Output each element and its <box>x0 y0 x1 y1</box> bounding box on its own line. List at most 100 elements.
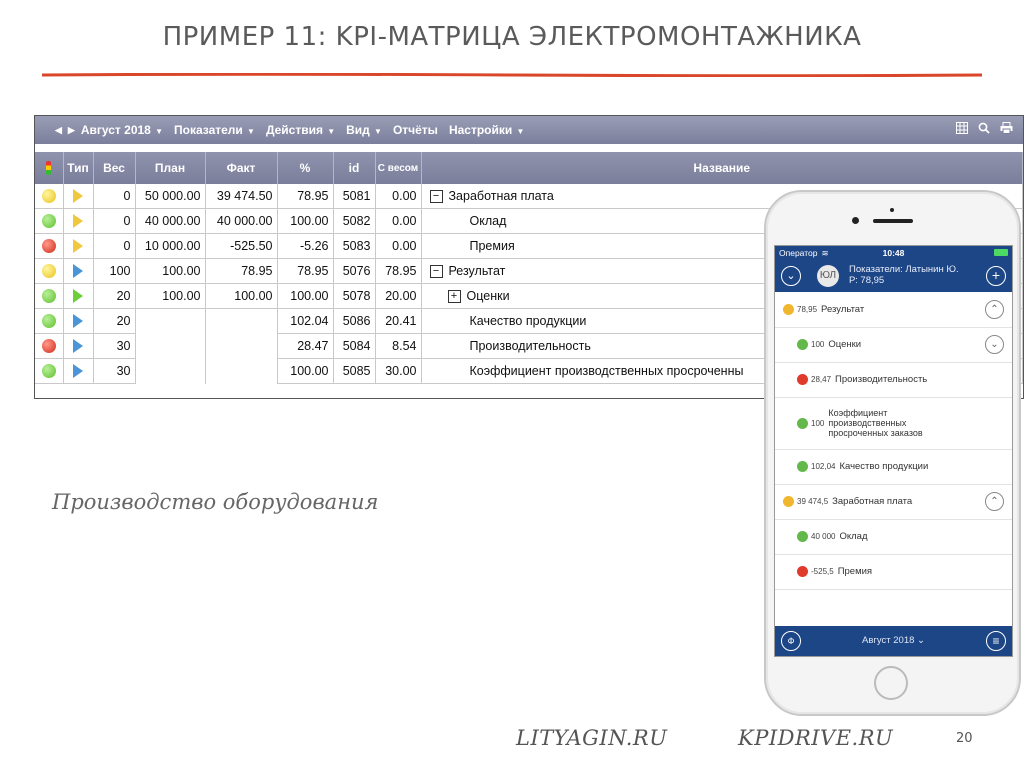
kpi-value: 39 474,5 <box>797 497 829 506</box>
menu-view[interactable]: Вид ▼ <box>346 123 382 137</box>
mobile-list-item[interactable]: 78,95 Результат ⌃ <box>775 292 1012 328</box>
id-cell: 5083 <box>333 233 376 259</box>
home-button[interactable] <box>874 666 908 700</box>
collapse-toggle-icon[interactable]: − <box>429 190 443 204</box>
weighted-cell: 20.41 <box>375 308 422 334</box>
next-period-icon[interactable]: ▶ <box>68 125 75 136</box>
col-fact[interactable]: Факт <box>205 152 278 184</box>
mobile-list-item[interactable]: 39 474,5 Заработная плата ⌃ <box>775 484 1012 520</box>
status-red-icon <box>41 239 56 254</box>
fact-cell[interactable] <box>205 333 278 359</box>
col-name[interactable]: Название <box>421 152 1023 184</box>
mobile-kpi-list: 78,95 Результат ⌃ 100 Оценки ⌄ 28,47 Про… <box>775 292 1012 626</box>
col-id[interactable]: id <box>333 152 376 184</box>
fact-cell[interactable]: 39 474.50 <box>205 184 278 209</box>
kpi-value: 28,47 <box>811 375 832 384</box>
collapse-toggle-icon[interactable]: − <box>429 265 443 279</box>
plan-cell[interactable]: 100.00 <box>135 258 206 284</box>
mobile-list-item[interactable]: 40 000 Оклад <box>775 519 1012 555</box>
fact-cell[interactable]: 78.95 <box>205 258 278 284</box>
battery-icon <box>994 249 1008 256</box>
percent-cell: -5.26 <box>277 233 334 259</box>
type-cell <box>63 333 94 359</box>
mobile-list-item[interactable]: -525,5 Премия <box>775 554 1012 590</box>
plan-cell[interactable]: 100.00 <box>135 283 206 309</box>
chevron-down-icon[interactable]: ⌄ <box>985 335 1004 354</box>
kpi-name: Результат <box>821 304 865 315</box>
mobile-list-item[interactable]: 100 Оценки ⌄ <box>775 327 1012 363</box>
fact-cell[interactable]: 40 000.00 <box>205 208 278 234</box>
table-icon[interactable] <box>956 122 968 134</box>
footer-site-1[interactable]: LITYAGIN.RU <box>516 726 667 750</box>
plan-cell[interactable] <box>135 358 206 384</box>
type-yellow-icon <box>73 239 83 254</box>
add-button[interactable]: + <box>986 266 1006 286</box>
id-cell: 5081 <box>333 184 376 209</box>
weight-cell[interactable]: 0 <box>93 233 136 259</box>
type-blue-icon <box>73 339 83 354</box>
kpi-name: Оклад <box>469 214 507 228</box>
weight-cell[interactable]: 0 <box>93 208 136 234</box>
prev-period-icon[interactable]: ◀ <box>55 125 62 136</box>
mobile-period-selector[interactable]: Август 2018 ⌄ <box>775 635 1012 646</box>
plan-cell[interactable]: 40 000.00 <box>135 208 206 234</box>
collapse-button[interactable]: ⌄ <box>781 266 801 286</box>
percent-cell: 78.95 <box>277 258 334 284</box>
avatar[interactable]: ЮЛ <box>817 265 839 287</box>
print-icon[interactable] <box>1000 122 1013 134</box>
status-green-icon <box>41 314 56 329</box>
id-cell: 5076 <box>333 258 376 284</box>
weight-cell[interactable]: 20 <box>93 283 136 309</box>
weighted-cell: 78.95 <box>375 258 422 284</box>
col-status[interactable] <box>35 152 64 184</box>
status-cell <box>35 333 64 359</box>
period-selector[interactable]: Август 2018 ▼ <box>81 123 163 137</box>
kpi-name: Качество продукции <box>469 314 587 328</box>
chevron-up-icon[interactable]: ⌃ <box>985 300 1004 319</box>
menu-settings[interactable]: Настройки ▼ <box>449 123 524 137</box>
fact-cell[interactable]: -525.50 <box>205 233 278 259</box>
col-weight[interactable]: Вес <box>93 152 136 184</box>
kpi-name: Заработная плата <box>448 188 554 203</box>
expand-toggle-icon[interactable]: + <box>447 290 461 304</box>
status-green-icon <box>41 214 56 229</box>
col-weighted[interactable]: С весом <box>375 152 422 184</box>
footer-site-2[interactable]: KPIDRIVE.RU <box>738 726 893 750</box>
weight-cell[interactable]: 100 <box>93 258 136 284</box>
percent-cell: 102.04 <box>277 308 334 334</box>
weighted-cell: 8.54 <box>375 333 422 359</box>
mobile-header-title: Показатели: Латынин Ю. Р: 78,95 <box>849 264 959 286</box>
kpi-value: 102,04 <box>811 462 836 471</box>
search-icon[interactable] <box>978 122 990 134</box>
menu-icon[interactable]: ≡ <box>986 631 1006 651</box>
weight-cell[interactable]: 30 <box>93 333 136 359</box>
plan-cell[interactable]: 10 000.00 <box>135 233 206 259</box>
mobile-list-item[interactable]: 100 Коэффициент производственных просроч… <box>775 397 1012 450</box>
plan-cell[interactable] <box>135 308 206 334</box>
chevron-up-icon[interactable]: ⌃ <box>985 492 1004 511</box>
mobile-list-item[interactable]: 102,04 Качество продукции <box>775 449 1012 485</box>
type-cell <box>63 208 94 234</box>
weight-cell[interactable]: 20 <box>93 308 136 334</box>
fact-cell[interactable] <box>205 308 278 334</box>
status-cell <box>35 184 64 209</box>
fact-cell[interactable]: 100.00 <box>205 283 278 309</box>
menu-actions[interactable]: Действия ▼ <box>266 123 335 137</box>
type-blue-icon <box>73 314 83 329</box>
phone-mockup: Оператор ≋ 10:48 ⌄ ЮЛ Показатели: Латыни… <box>764 190 1021 716</box>
plan-cell[interactable] <box>135 333 206 359</box>
fact-cell[interactable] <box>205 358 278 384</box>
menu-reports[interactable]: Отчёты <box>393 123 438 137</box>
col-percent[interactable]: % <box>277 152 334 184</box>
menu-indicators[interactable]: Показатели ▼ <box>174 123 255 137</box>
status-green-icon <box>797 417 808 429</box>
type-green-icon <box>73 289 83 304</box>
mobile-list-item[interactable]: 28,47 Производительность <box>775 362 1012 398</box>
status-cell <box>35 308 64 334</box>
weight-cell[interactable]: 0 <box>93 184 136 209</box>
type-cell <box>63 358 94 384</box>
plan-cell[interactable]: 50 000.00 <box>135 184 206 209</box>
col-type[interactable]: Тип <box>63 152 94 184</box>
weight-cell[interactable]: 30 <box>93 358 136 384</box>
col-plan[interactable]: План <box>135 152 206 184</box>
